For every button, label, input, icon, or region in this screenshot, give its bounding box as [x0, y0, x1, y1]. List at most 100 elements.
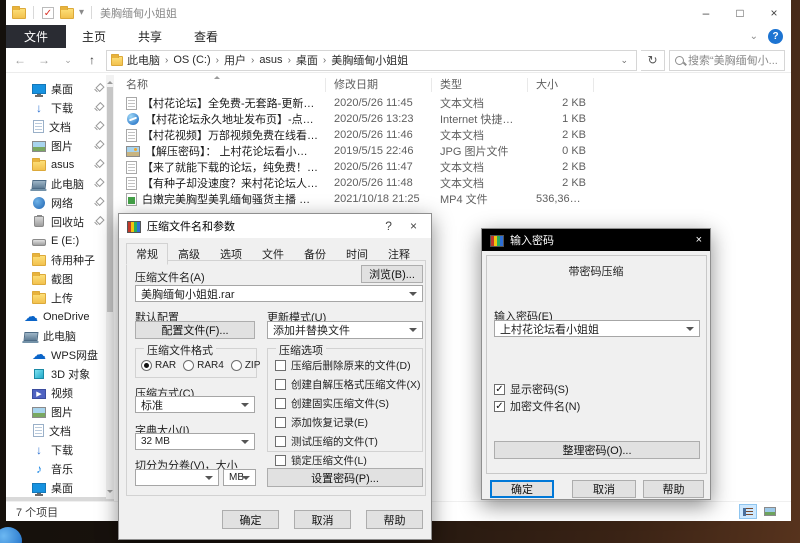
address-bar[interactable]: 此电脑›OS (C:)›用户›asus›桌面›美胸缅甸小姐姐 ⌄	[106, 50, 637, 71]
sidebar-item-此电脑[interactable]: 此电脑	[6, 174, 114, 193]
password-combobox[interactable]: 上村花论坛看小姐姐	[494, 320, 700, 337]
password-help-button[interactable]: 帮助	[643, 480, 704, 498]
dialog-help-icon[interactable]: ?	[379, 219, 398, 233]
sidebar-item-asus[interactable]: asus	[6, 155, 114, 174]
format-radio-RAR[interactable]: RAR	[141, 360, 176, 371]
address-dropdown-chevron-icon[interactable]: ⌄	[616, 55, 632, 66]
sidebar-item-音乐[interactable]: ♪音乐	[6, 459, 114, 478]
format-radio-ZIP[interactable]: ZIP	[231, 360, 261, 371]
sidebar-item-下载[interactable]: ↓下载	[6, 440, 114, 459]
password-cancel-button[interactable]: 取消	[572, 480, 636, 498]
sidebar-item-图片[interactable]: 图片	[6, 136, 114, 155]
properties-check-icon[interactable]: ✓	[42, 7, 54, 19]
sidebar-scrollbar[interactable]	[106, 75, 114, 499]
breadcrumb-item[interactable]: 用户	[224, 52, 246, 68]
breadcrumb-item[interactable]: asus	[259, 54, 282, 66]
scroll-down-icon[interactable]	[107, 490, 113, 496]
sidebar-item-待用种子[interactable]: 待用种子	[6, 250, 114, 269]
winrar-icon	[490, 235, 504, 247]
file-row[interactable]: 【解压密码】： 上村花论坛看小姐姐.jpg2019/5/15 22:46JPG …	[118, 143, 791, 159]
rar-ok-button[interactable]: 确定	[222, 510, 279, 529]
sidebar-item-桌面[interactable]: 桌面	[6, 478, 114, 497]
back-button[interactable]: ←	[10, 53, 30, 67]
new-folder-icon[interactable]	[60, 8, 74, 19]
ribbon-tab-2[interactable]: 共享	[122, 25, 178, 48]
option-checkbox[interactable]: 创建固实压缩文件(S)	[275, 396, 422, 411]
scroll-up-icon[interactable]	[107, 78, 113, 84]
sidebar-item-回收站[interactable]: 回收站	[6, 212, 114, 231]
sidebar-item-图片[interactable]: 图片	[6, 402, 114, 421]
sidebar-item-E (E:)[interactable]: E (E:)	[6, 231, 114, 250]
password-dialog-close-icon[interactable]: ×	[696, 234, 702, 246]
ribbon-tab-3[interactable]: 查看	[178, 25, 234, 48]
file-row[interactable]: 【来了就能下载的论坛，纯免费！】.txt2020/5/26 11:47文本文档2…	[118, 159, 791, 175]
minimize-button[interactable]: –	[689, 0, 723, 25]
close-button[interactable]: ×	[757, 0, 791, 25]
search-input[interactable]: 搜索“美胸缅甸小...	[669, 50, 785, 71]
show-password-checkbox[interactable]: ✓ 显示密码(S)	[494, 381, 569, 397]
sidebar-item-文档[interactable]: 文档	[6, 117, 114, 136]
forward-button[interactable]: →	[34, 53, 54, 67]
sidebar-item-桌面[interactable]: 桌面	[6, 79, 114, 98]
option-checkbox[interactable]: 锁定压缩文件(L)	[275, 453, 422, 468]
encrypt-filenames-checkbox[interactable]: ✓ 加密文件名(N)	[494, 398, 580, 414]
column-header-3[interactable]: 大小	[528, 78, 594, 92]
sidebar-item-3D 对象[interactable]: 3D 对象	[6, 364, 114, 383]
dictionary-size-combobox[interactable]: 32 MB	[135, 433, 255, 450]
file-row[interactable]: 【村花论坛】全免费-无套路-更新快.txt2020/5/26 11:45文本文档…	[118, 95, 791, 111]
compression-method-combobox[interactable]: 标准	[135, 396, 255, 413]
organize-passwords-button[interactable]: 整理密码(O)...	[494, 441, 700, 459]
sidebar-item-WPS网盘[interactable]: ☁WPS网盘	[6, 345, 114, 364]
breadcrumb-item[interactable]: OS (C:)	[173, 54, 210, 66]
refresh-button[interactable]: ↻	[641, 50, 665, 71]
qat-dropdown-chevron-icon[interactable]: ▾	[79, 7, 84, 18]
file-row[interactable]: 【村花论坛永久地址发布页】-点此打开2020/5/26 13:23Interne…	[118, 111, 791, 127]
update-mode-combobox[interactable]: 添加并替换文件	[267, 321, 423, 339]
sidebar-item-截图[interactable]: 截图	[6, 269, 114, 288]
sidebar-item-视频[interactable]: ▶视频	[6, 383, 114, 402]
breadcrumb-item[interactable]: 此电脑	[127, 52, 160, 68]
profiles-button[interactable]: 配置文件(F)...	[135, 321, 255, 339]
thumbnail-view-button[interactable]	[761, 504, 779, 519]
sidebar-item-上传[interactable]: 上传	[6, 288, 114, 307]
column-header-1[interactable]: 修改日期	[326, 78, 432, 92]
rar-help-button[interactable]: 帮助	[366, 510, 423, 529]
set-password-button[interactable]: 设置密码(P)...	[267, 468, 423, 487]
breadcrumb-item[interactable]: 美胸缅甸小姐姐	[331, 52, 408, 68]
help-icon[interactable]: ?	[768, 29, 783, 44]
scrollbar-thumb[interactable]	[107, 87, 113, 312]
sidebar-item-OS (C:)[interactable]: OS (C:)	[6, 497, 114, 501]
password-ok-button[interactable]: 确定	[490, 480, 554, 498]
column-header-2[interactable]: 类型	[432, 78, 528, 92]
column-header-0[interactable]: 名称	[118, 78, 326, 92]
recent-locations-chevron-icon[interactable]: ⌄	[58, 55, 78, 66]
file-row[interactable]: 白嫩完美胸型美乳缅甸骚货主播 直播被...2021/10/18 21:25MP4…	[118, 191, 791, 207]
sidebar-item-OneDrive[interactable]: ☁OneDrive	[6, 307, 114, 326]
browse-button[interactable]: 浏览(B)...	[361, 265, 423, 283]
taskbar-orb-icon[interactable]	[0, 527, 22, 543]
sidebar-item-网络[interactable]: 网络	[6, 193, 114, 212]
details-view-button[interactable]	[739, 504, 757, 519]
volume-unit-combobox[interactable]: MB	[223, 469, 256, 486]
option-checkbox[interactable]: 压缩后删除原来的文件(D)	[275, 358, 422, 373]
expand-ribbon-chevron-icon[interactable]: ⌄	[750, 31, 758, 42]
sidebar-item-下载[interactable]: ↓下载	[6, 98, 114, 117]
maximize-button[interactable]: □	[723, 0, 757, 25]
ribbon-tab-1[interactable]: 主页	[66, 25, 122, 48]
option-checkbox[interactable]: 测试压缩的文件(T)	[275, 434, 422, 449]
up-button[interactable]: ↑	[82, 53, 102, 67]
dialog-close-icon[interactable]: ×	[404, 219, 423, 233]
file-row[interactable]: 【村花视频】万部视频免费在线看.txt2020/5/26 11:46文本文档2 …	[118, 127, 791, 143]
volume-size-combobox[interactable]	[135, 469, 219, 486]
rar-cancel-button[interactable]: 取消	[294, 510, 351, 529]
sidebar-item-文档[interactable]: 文档	[6, 421, 114, 440]
option-checkbox[interactable]: 创建自解压格式压缩文件(X)	[275, 377, 422, 392]
sidebar-item-此电脑[interactable]: 此电脑	[6, 326, 114, 345]
format-radio-RAR4[interactable]: RAR4	[183, 360, 224, 371]
rar-tab-常规[interactable]: 常规	[126, 243, 168, 265]
option-checkbox[interactable]: 添加恢复记录(E)	[275, 415, 422, 430]
breadcrumb-item[interactable]: 桌面	[296, 52, 318, 68]
file-row[interactable]: 【有种子却没速度？来村花论坛人工加...2020/5/26 11:48文本文档2…	[118, 175, 791, 191]
archive-name-combobox[interactable]: 美胸缅甸小姐姐.rar	[135, 285, 423, 302]
ribbon-tab-file[interactable]: 文件	[6, 25, 66, 48]
